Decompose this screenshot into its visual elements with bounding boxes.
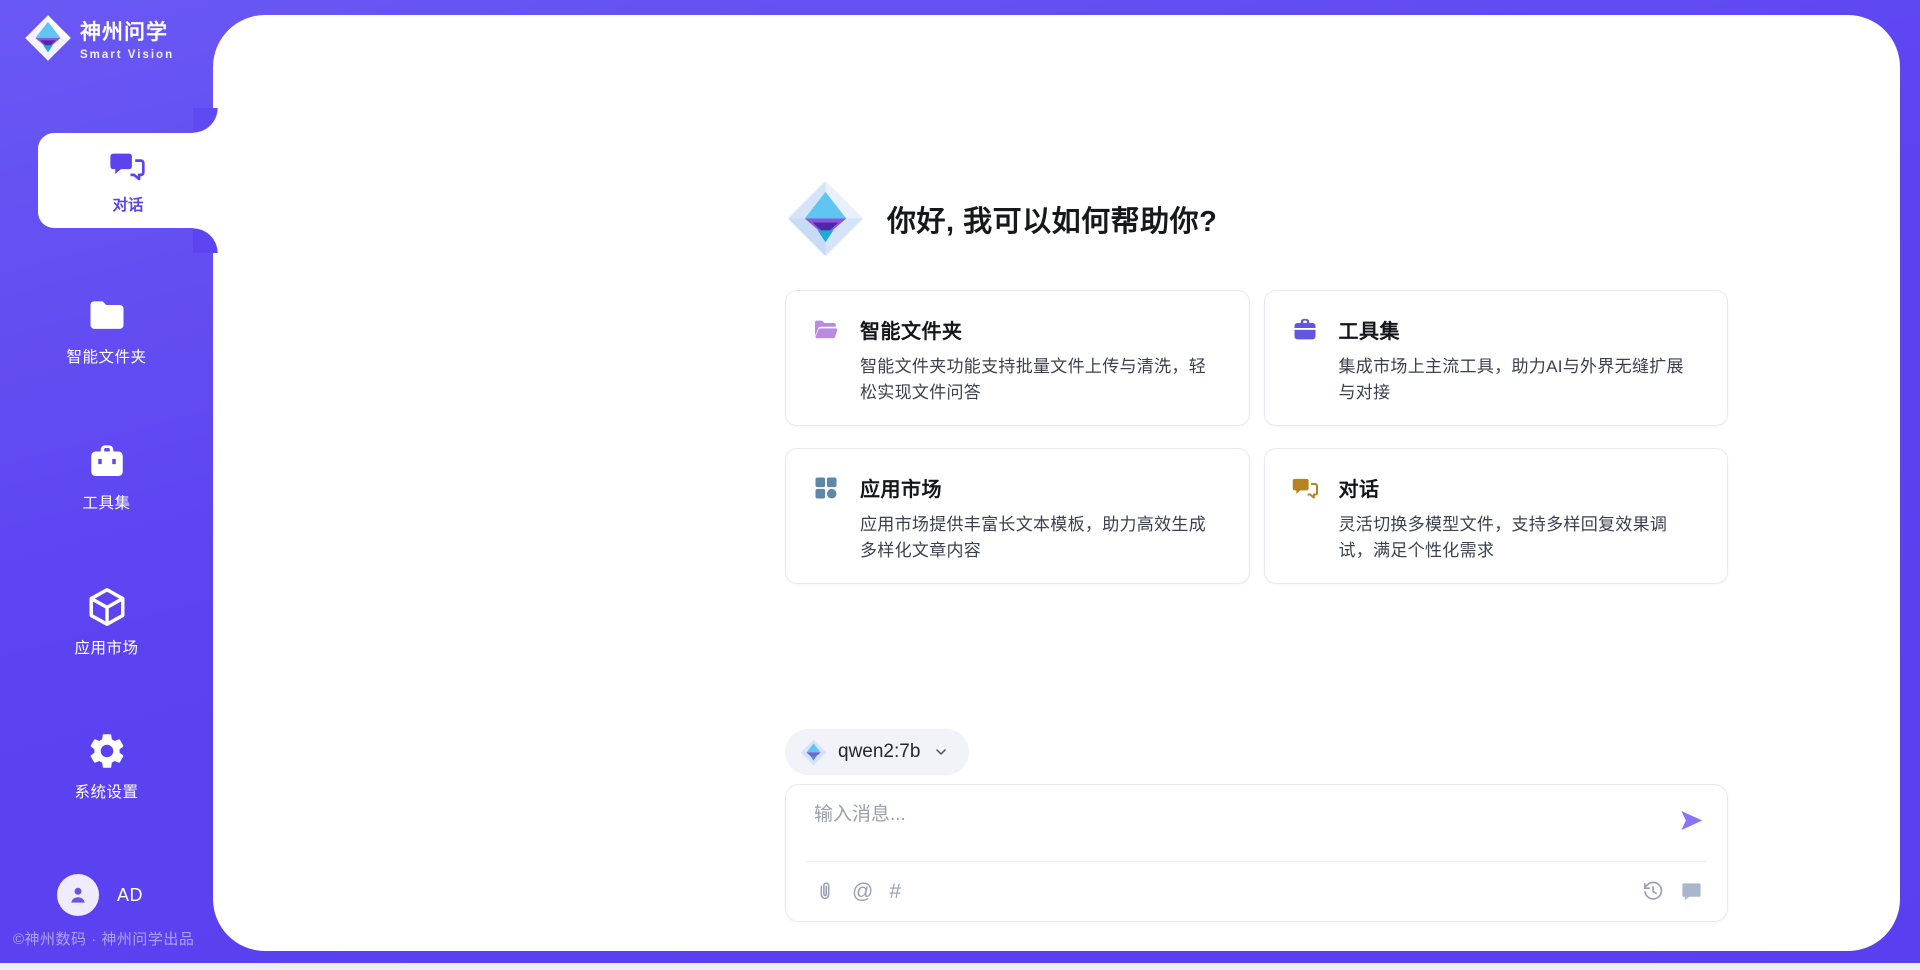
composer-toolbar-right — [1626, 880, 1703, 903]
active-tab-curve-bottom — [193, 228, 218, 253]
card-description: 集成市场上主流工具，助力AI与外界无缝扩展与对接 — [1339, 354, 1702, 405]
page-bottom-edge — [0, 963, 1920, 970]
sidebar-item-label: 对话 — [112, 193, 143, 215]
chat-bubble-icon — [1680, 880, 1703, 903]
brand-logo-icon — [24, 14, 72, 62]
card-description: 灵活切换多模型文件，支持多样回复效果调试，满足个性化需求 — [1339, 512, 1702, 563]
model-name: qwen2:7b — [838, 741, 920, 763]
card-title: 智能文件夹 — [860, 315, 1223, 344]
chat-bubbles-icon — [108, 147, 148, 187]
message-input[interactable] — [814, 799, 1644, 855]
apps-grid-icon — [812, 474, 840, 502]
sidebar-item-label: 系统设置 — [74, 780, 138, 802]
main-content-panel: 你好, 我可以如何帮助你? 智能文件夹 智能文件夹功能支持批量文件上传与清洗，轻… — [213, 15, 1900, 951]
folder-open-icon — [812, 316, 840, 344]
chevron-down-icon — [933, 744, 949, 760]
history-icon — [1642, 880, 1664, 902]
new-chat-button[interactable] — [1680, 880, 1703, 903]
sidebar-item-toolset[interactable]: 工具集 — [0, 440, 213, 513]
history-button[interactable] — [1642, 880, 1664, 902]
model-logo-icon — [800, 739, 827, 766]
person-icon — [66, 883, 90, 907]
paperclip-icon — [814, 880, 836, 902]
send-icon — [1678, 807, 1705, 834]
hash-icon: # — [889, 881, 901, 902]
chat-bubbles-icon — [1291, 474, 1319, 502]
topic-button[interactable]: # — [889, 881, 901, 902]
gear-icon — [85, 729, 129, 773]
sidebar-item-app-market[interactable]: 应用市场 — [0, 585, 213, 658]
message-composer: @ # — [785, 784, 1728, 922]
sidebar-item-label: 工具集 — [82, 491, 130, 513]
card-description: 智能文件夹功能支持批量文件上传与清洗，轻松实现文件问答 — [860, 354, 1223, 405]
attach-file-button[interactable] — [814, 880, 836, 902]
copyright-text: ©神州数码 · 神州问学出品 — [13, 928, 194, 949]
at-icon: @ — [852, 881, 873, 902]
composer-toolbar: @ # — [814, 873, 1703, 909]
toolbox-icon — [85, 440, 129, 484]
card-title: 工具集 — [1339, 315, 1702, 344]
user-initials: AD — [117, 885, 143, 906]
user-profile[interactable]: AD — [57, 874, 143, 916]
send-button[interactable] — [1678, 807, 1705, 834]
composer-divider — [806, 861, 1707, 862]
card-title: 应用市场 — [860, 473, 1223, 502]
sidebar-item-label: 应用市场 — [74, 636, 138, 658]
card-smart-folder[interactable]: 智能文件夹 智能文件夹功能支持批量文件上传与清洗，轻松实现文件问答 — [785, 290, 1250, 426]
brand-subtitle: Smart Vision — [80, 49, 174, 61]
sidebar-item-settings[interactable]: 系统设置 — [0, 729, 213, 802]
card-chat[interactable]: 对话 灵活切换多模型文件，支持多样回复效果调试，满足个性化需求 — [1264, 448, 1729, 584]
card-title: 对话 — [1339, 473, 1702, 502]
card-app-market[interactable]: 应用市场 应用市场提供丰富长文本模板，助力高效生成多样化文章内容 — [785, 448, 1250, 584]
brand: 神州问学 Smart Vision — [24, 14, 174, 62]
brand-text: 神州问学 Smart Vision — [80, 16, 174, 61]
greeting-title: 你好, 我可以如何帮助你? — [887, 198, 1217, 240]
sidebar-item-chat[interactable]: 对话 — [38, 133, 218, 228]
model-selector[interactable]: qwen2:7b — [785, 729, 969, 775]
avatar — [57, 874, 99, 916]
active-tab-curve-top — [193, 108, 218, 133]
feature-cards: 智能文件夹 智能文件夹功能支持批量文件上传与清洗，轻松实现文件问答 工具集 集成… — [785, 290, 1728, 584]
folder-icon — [85, 294, 129, 338]
brand-title: 神州问学 — [80, 16, 174, 46]
card-toolset[interactable]: 工具集 集成市场上主流工具，助力AI与外界无缝扩展与对接 — [1264, 290, 1729, 426]
assistant-logo-icon — [786, 179, 865, 258]
sidebar-item-label: 智能文件夹 — [66, 345, 146, 367]
sidebar-item-smart-folder[interactable]: 智能文件夹 — [0, 294, 213, 367]
card-description: 应用市场提供丰富长文本模板，助力高效生成多样化文章内容 — [860, 512, 1223, 563]
toolbox-icon — [1291, 316, 1319, 344]
sidebar: 神州问学 Smart Vision 对话 智能文件夹 — [0, 0, 213, 963]
app-window: 神州问学 Smart Vision 对话 智能文件夹 — [0, 0, 1920, 970]
mention-button[interactable]: @ — [852, 881, 873, 902]
cube-icon — [85, 585, 129, 629]
greeting: 你好, 我可以如何帮助你? — [786, 179, 1217, 258]
